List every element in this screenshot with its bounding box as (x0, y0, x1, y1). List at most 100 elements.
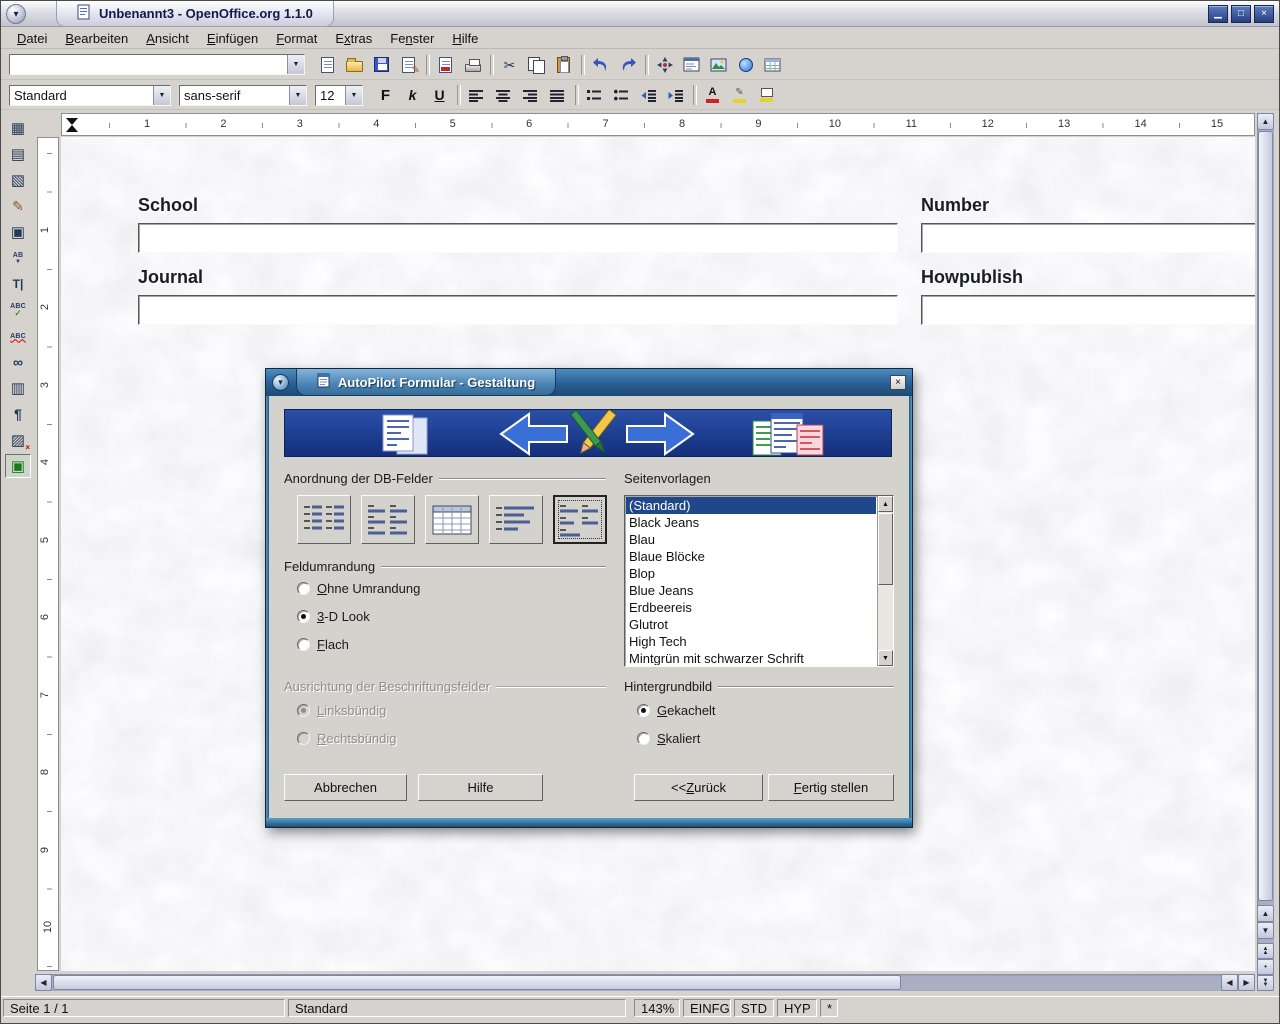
copy-icon[interactable] (524, 53, 549, 77)
navigation-dot-icon[interactable]: • (1257, 959, 1274, 975)
horizontal-scroll-thumb[interactable] (53, 975, 901, 990)
vertical-scrollbar[interactable]: ▲ ▲ ▼ ▲▲ • ▼▼ (1257, 113, 1274, 991)
scroll-down-icon[interactable]: ▼ (1257, 922, 1274, 939)
direct-cursor-icon[interactable]: T| (5, 272, 31, 296)
font-dropdown-button[interactable]: ▼ (289, 86, 306, 105)
radio-flat[interactable]: Flach (297, 637, 349, 652)
status-hyperlink-mode[interactable]: HYP (777, 999, 817, 1017)
arrangement-as-datasheet-button[interactable] (425, 495, 479, 544)
field-input-howpublish[interactable] (921, 295, 1255, 325)
menu-ansicht[interactable]: Ansicht (138, 29, 197, 48)
size-dropdown-button[interactable]: ▼ (345, 86, 362, 105)
list-item[interactable]: Blaue Blöcke (626, 548, 876, 565)
justify-icon[interactable] (545, 83, 570, 107)
save-icon[interactable] (369, 53, 394, 77)
style-dropdown-button[interactable]: ▼ (153, 86, 170, 105)
font-size-combo[interactable]: ▼ (315, 85, 363, 106)
window-menu-button[interactable]: ▾ (6, 4, 26, 24)
print-icon[interactable] (460, 53, 485, 77)
align-center-icon[interactable] (491, 83, 516, 107)
arrangement-columns-labels-left-button[interactable] (297, 495, 351, 544)
scroll-left-icon[interactable]: ◀ (35, 974, 52, 991)
insert-table-icon[interactable]: ▦ (5, 116, 31, 140)
list-scroll-up-icon[interactable]: ▲ (878, 496, 893, 512)
status-selection-mode[interactable]: STD (734, 999, 774, 1017)
horizontal-scrollbar[interactable]: ◀ ◀ ▶ (35, 974, 1255, 991)
list-item[interactable]: Glutrot (626, 616, 876, 633)
bold-button[interactable]: F (373, 83, 398, 107)
redo-icon[interactable] (615, 53, 640, 77)
menu-hilfe[interactable]: Hilfe (444, 29, 486, 48)
list-item[interactable]: (Standard) (626, 497, 876, 514)
finish-button[interactable]: Fertig stellen (768, 774, 894, 801)
bullet-list-icon[interactable] (609, 83, 634, 107)
data-sources-icon[interactable]: ▥ (5, 376, 31, 400)
radio-tiled[interactable]: Gekachelt (637, 703, 716, 718)
radio-no-border[interactable]: Ohne Umrandung (297, 581, 420, 596)
align-left-icon[interactable] (464, 83, 489, 107)
list-item[interactable]: Blue Jeans (626, 582, 876, 599)
font-color-icon[interactable]: A (700, 83, 725, 107)
form-functions-icon[interactable]: ▣ (5, 220, 31, 244)
navigator-icon[interactable] (652, 53, 677, 77)
help-button[interactable]: Hilfe (418, 774, 543, 801)
scroll-up-icon[interactable]: ▲ (1257, 113, 1274, 130)
list-item[interactable]: Erdbeereis (626, 599, 876, 616)
highlighting-icon[interactable]: ✎ (727, 83, 752, 107)
next-page-icon[interactable]: ▼▼ (1257, 975, 1274, 991)
scroll-left-icon[interactable]: ◀ (1221, 974, 1238, 991)
cancel-button[interactable]: Abbrechen (284, 774, 407, 801)
export-pdf-icon[interactable] (433, 53, 458, 77)
dialog-close-icon[interactable]: × (890, 375, 906, 390)
data-sources-icon[interactable] (760, 53, 785, 77)
dialog-titlebar[interactable]: ▾ AutoPilot Formular - Gestaltung × (266, 369, 912, 396)
field-input-number[interactable] (921, 223, 1255, 253)
menu-bearbeiten[interactable]: Bearbeiten (57, 29, 136, 48)
italic-button[interactable]: k (400, 83, 425, 107)
status-page[interactable]: Seite 1 / 1 (3, 999, 285, 1017)
list-item[interactable]: High Tech (626, 633, 876, 650)
back-button[interactable]: << Zurück (634, 774, 763, 801)
hyperlink-icon[interactable] (733, 53, 758, 77)
gallery-icon[interactable] (706, 53, 731, 77)
list-scroll-thumb[interactable] (878, 513, 893, 585)
font-name-combo[interactable]: ▼ (179, 85, 307, 106)
url-dropdown-button[interactable]: ▼ (287, 55, 304, 74)
window-title-tab[interactable]: Unbenannt3 - OpenOffice.org 1.1.0 (56, 1, 334, 27)
decrease-indent-icon[interactable] (636, 83, 661, 107)
menu-extras[interactable]: Extras (327, 29, 380, 48)
arrangement-blocks-labels-left-button[interactable] (489, 495, 543, 544)
paste-icon[interactable] (551, 53, 576, 77)
menu-datei[interactable]: Datei (9, 29, 55, 48)
list-scrollbar[interactable]: ▲ ▼ (877, 496, 893, 666)
radio-scaled[interactable]: Skaliert (637, 731, 700, 746)
close-button[interactable]: × (1254, 5, 1274, 23)
insert-fields-icon[interactable]: ▤ (5, 142, 31, 166)
spellcheck-icon[interactable]: ABC✓ (5, 298, 31, 322)
graphics-on-off-icon[interactable]: ▨× (5, 428, 31, 452)
url-input[interactable] (10, 55, 287, 74)
field-input-journal[interactable] (138, 295, 898, 325)
online-layout-icon[interactable]: ▣ (5, 454, 31, 478)
minimize-button[interactable]: ▁ (1208, 5, 1228, 23)
list-item[interactable]: Blop (626, 565, 876, 582)
status-insert-mode[interactable]: EINFG (683, 999, 731, 1017)
radio-3d-look[interactable]: 3-D Look (297, 609, 370, 624)
menu-fenster[interactable]: Fenster (382, 29, 442, 48)
list-item[interactable]: Black Jeans (626, 514, 876, 531)
list-item[interactable]: Mintgrün mit schwarzer Schrift (626, 650, 876, 665)
paragraph-style-input[interactable] (10, 86, 153, 105)
scroll-right-icon[interactable]: ▶ (1238, 974, 1255, 991)
align-right-icon[interactable] (518, 83, 543, 107)
increase-indent-icon[interactable] (663, 83, 688, 107)
scroll-up-icon[interactable]: ▲ (1257, 905, 1274, 922)
maximize-button[interactable]: □ (1231, 5, 1251, 23)
paragraph-background-icon[interactable] (754, 83, 779, 107)
tab-stop-selector[interactable] (65, 117, 79, 133)
field-input-school[interactable] (138, 223, 898, 253)
auto-spellcheck-icon[interactable]: ABC (5, 324, 31, 348)
dialog-menu-button[interactable]: ▾ (272, 374, 289, 391)
show-draw-functions-icon[interactable]: ✎ (5, 194, 31, 218)
status-zoom[interactable]: 143% (634, 999, 680, 1017)
list-item[interactable]: Blau (626, 531, 876, 548)
